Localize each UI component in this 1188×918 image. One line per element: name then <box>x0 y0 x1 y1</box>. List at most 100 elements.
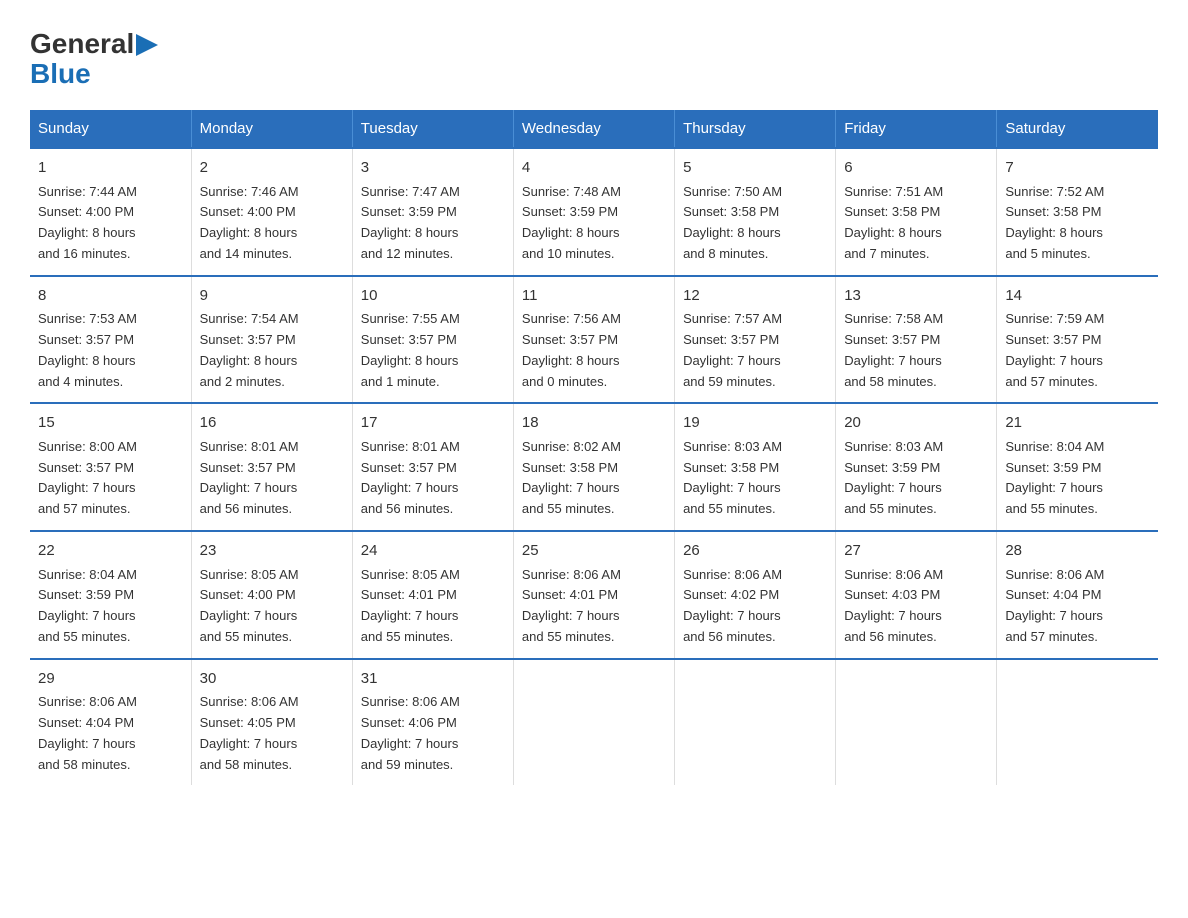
header-sunday: Sunday <box>30 110 191 148</box>
day-info: Sunrise: 8:05 AM Sunset: 4:00 PM Dayligh… <box>200 565 344 648</box>
day-number: 30 <box>200 668 344 691</box>
day-cell-14: 14Sunrise: 7:59 AM Sunset: 3:57 PM Dayli… <box>997 276 1158 404</box>
day-cell-2: 2Sunrise: 7:46 AM Sunset: 4:00 PM Daylig… <box>191 148 352 276</box>
day-number: 21 <box>1005 412 1150 435</box>
calendar-table: SundayMondayTuesdayWednesdayThursdayFrid… <box>30 110 1158 785</box>
day-info: Sunrise: 8:06 AM Sunset: 4:02 PM Dayligh… <box>683 565 827 648</box>
day-info: Sunrise: 8:06 AM Sunset: 4:04 PM Dayligh… <box>1005 565 1150 648</box>
day-cell-16: 16Sunrise: 8:01 AM Sunset: 3:57 PM Dayli… <box>191 403 352 531</box>
day-info: Sunrise: 8:05 AM Sunset: 4:01 PM Dayligh… <box>361 565 505 648</box>
day-info: Sunrise: 7:44 AM Sunset: 4:00 PM Dayligh… <box>38 182 183 265</box>
week-row-3: 15Sunrise: 8:00 AM Sunset: 3:57 PM Dayli… <box>30 403 1158 531</box>
day-cell-28: 28Sunrise: 8:06 AM Sunset: 4:04 PM Dayli… <box>997 531 1158 659</box>
day-cell-4: 4Sunrise: 7:48 AM Sunset: 3:59 PM Daylig… <box>513 148 674 276</box>
day-info: Sunrise: 8:02 AM Sunset: 3:58 PM Dayligh… <box>522 437 666 520</box>
week-row-4: 22Sunrise: 8:04 AM Sunset: 3:59 PM Dayli… <box>30 531 1158 659</box>
day-number: 11 <box>522 285 666 308</box>
day-info: Sunrise: 8:03 AM Sunset: 3:59 PM Dayligh… <box>844 437 988 520</box>
header-thursday: Thursday <box>675 110 836 148</box>
day-number: 24 <box>361 540 505 563</box>
day-info: Sunrise: 8:06 AM Sunset: 4:03 PM Dayligh… <box>844 565 988 648</box>
day-cell-18: 18Sunrise: 8:02 AM Sunset: 3:58 PM Dayli… <box>513 403 674 531</box>
day-info: Sunrise: 8:06 AM Sunset: 4:06 PM Dayligh… <box>361 692 505 775</box>
calendar-header-row: SundayMondayTuesdayWednesdayThursdayFrid… <box>30 110 1158 148</box>
day-number: 15 <box>38 412 183 435</box>
logo-blue: Blue <box>30 58 91 89</box>
day-cell-31: 31Sunrise: 8:06 AM Sunset: 4:06 PM Dayli… <box>352 659 513 786</box>
day-info: Sunrise: 7:47 AM Sunset: 3:59 PM Dayligh… <box>361 182 505 265</box>
day-number: 3 <box>361 157 505 180</box>
day-info: Sunrise: 7:53 AM Sunset: 3:57 PM Dayligh… <box>38 309 183 392</box>
logo-general: General <box>30 30 134 58</box>
day-cell-7: 7Sunrise: 7:52 AM Sunset: 3:58 PM Daylig… <box>997 148 1158 276</box>
header-saturday: Saturday <box>997 110 1158 148</box>
day-cell-5: 5Sunrise: 7:50 AM Sunset: 3:58 PM Daylig… <box>675 148 836 276</box>
day-cell-empty <box>836 659 997 786</box>
day-info: Sunrise: 8:06 AM Sunset: 4:05 PM Dayligh… <box>200 692 344 775</box>
day-cell-26: 26Sunrise: 8:06 AM Sunset: 4:02 PM Dayli… <box>675 531 836 659</box>
day-number: 26 <box>683 540 827 563</box>
day-cell-empty <box>997 659 1158 786</box>
day-number: 6 <box>844 157 988 180</box>
day-number: 4 <box>522 157 666 180</box>
day-info: Sunrise: 8:04 AM Sunset: 3:59 PM Dayligh… <box>38 565 183 648</box>
day-info: Sunrise: 7:51 AM Sunset: 3:58 PM Dayligh… <box>844 182 988 265</box>
day-info: Sunrise: 7:59 AM Sunset: 3:57 PM Dayligh… <box>1005 309 1150 392</box>
logo-arrow-icon <box>136 34 158 56</box>
logo: General Blue <box>30 30 158 90</box>
day-cell-22: 22Sunrise: 8:04 AM Sunset: 3:59 PM Dayli… <box>30 531 191 659</box>
day-number: 19 <box>683 412 827 435</box>
day-cell-27: 27Sunrise: 8:06 AM Sunset: 4:03 PM Dayli… <box>836 531 997 659</box>
day-number: 31 <box>361 668 505 691</box>
day-number: 5 <box>683 157 827 180</box>
day-info: Sunrise: 7:57 AM Sunset: 3:57 PM Dayligh… <box>683 309 827 392</box>
header-monday: Monday <box>191 110 352 148</box>
day-number: 16 <box>200 412 344 435</box>
day-info: Sunrise: 8:06 AM Sunset: 4:04 PM Dayligh… <box>38 692 183 775</box>
day-cell-3: 3Sunrise: 7:47 AM Sunset: 3:59 PM Daylig… <box>352 148 513 276</box>
day-number: 23 <box>200 540 344 563</box>
week-row-5: 29Sunrise: 8:06 AM Sunset: 4:04 PM Dayli… <box>30 659 1158 786</box>
day-info: Sunrise: 8:03 AM Sunset: 3:58 PM Dayligh… <box>683 437 827 520</box>
day-number: 7 <box>1005 157 1150 180</box>
day-cell-19: 19Sunrise: 8:03 AM Sunset: 3:58 PM Dayli… <box>675 403 836 531</box>
day-number: 8 <box>38 285 183 308</box>
day-number: 28 <box>1005 540 1150 563</box>
day-cell-21: 21Sunrise: 8:04 AM Sunset: 3:59 PM Dayli… <box>997 403 1158 531</box>
day-number: 14 <box>1005 285 1150 308</box>
day-cell-12: 12Sunrise: 7:57 AM Sunset: 3:57 PM Dayli… <box>675 276 836 404</box>
day-cell-23: 23Sunrise: 8:05 AM Sunset: 4:00 PM Dayli… <box>191 531 352 659</box>
day-info: Sunrise: 7:50 AM Sunset: 3:58 PM Dayligh… <box>683 182 827 265</box>
day-cell-25: 25Sunrise: 8:06 AM Sunset: 4:01 PM Dayli… <box>513 531 674 659</box>
day-cell-29: 29Sunrise: 8:06 AM Sunset: 4:04 PM Dayli… <box>30 659 191 786</box>
week-row-1: 1Sunrise: 7:44 AM Sunset: 4:00 PM Daylig… <box>30 148 1158 276</box>
day-info: Sunrise: 7:52 AM Sunset: 3:58 PM Dayligh… <box>1005 182 1150 265</box>
day-cell-15: 15Sunrise: 8:00 AM Sunset: 3:57 PM Dayli… <box>30 403 191 531</box>
day-number: 2 <box>200 157 344 180</box>
day-number: 10 <box>361 285 505 308</box>
day-cell-24: 24Sunrise: 8:05 AM Sunset: 4:01 PM Dayli… <box>352 531 513 659</box>
day-info: Sunrise: 8:06 AM Sunset: 4:01 PM Dayligh… <box>522 565 666 648</box>
day-info: Sunrise: 7:55 AM Sunset: 3:57 PM Dayligh… <box>361 309 505 392</box>
day-info: Sunrise: 8:01 AM Sunset: 3:57 PM Dayligh… <box>200 437 344 520</box>
day-cell-empty <box>513 659 674 786</box>
day-number: 17 <box>361 412 505 435</box>
day-info: Sunrise: 8:01 AM Sunset: 3:57 PM Dayligh… <box>361 437 505 520</box>
day-info: Sunrise: 7:46 AM Sunset: 4:00 PM Dayligh… <box>200 182 344 265</box>
day-number: 27 <box>844 540 988 563</box>
header-wednesday: Wednesday <box>513 110 674 148</box>
day-cell-20: 20Sunrise: 8:03 AM Sunset: 3:59 PM Dayli… <box>836 403 997 531</box>
day-cell-6: 6Sunrise: 7:51 AM Sunset: 3:58 PM Daylig… <box>836 148 997 276</box>
header-tuesday: Tuesday <box>352 110 513 148</box>
day-cell-9: 9Sunrise: 7:54 AM Sunset: 3:57 PM Daylig… <box>191 276 352 404</box>
day-info: Sunrise: 7:54 AM Sunset: 3:57 PM Dayligh… <box>200 309 344 392</box>
day-cell-13: 13Sunrise: 7:58 AM Sunset: 3:57 PM Dayli… <box>836 276 997 404</box>
day-info: Sunrise: 7:58 AM Sunset: 3:57 PM Dayligh… <box>844 309 988 392</box>
day-number: 1 <box>38 157 183 180</box>
day-info: Sunrise: 7:48 AM Sunset: 3:59 PM Dayligh… <box>522 182 666 265</box>
day-number: 29 <box>38 668 183 691</box>
day-info: Sunrise: 8:00 AM Sunset: 3:57 PM Dayligh… <box>38 437 183 520</box>
day-cell-empty <box>675 659 836 786</box>
day-info: Sunrise: 7:56 AM Sunset: 3:57 PM Dayligh… <box>522 309 666 392</box>
day-number: 13 <box>844 285 988 308</box>
